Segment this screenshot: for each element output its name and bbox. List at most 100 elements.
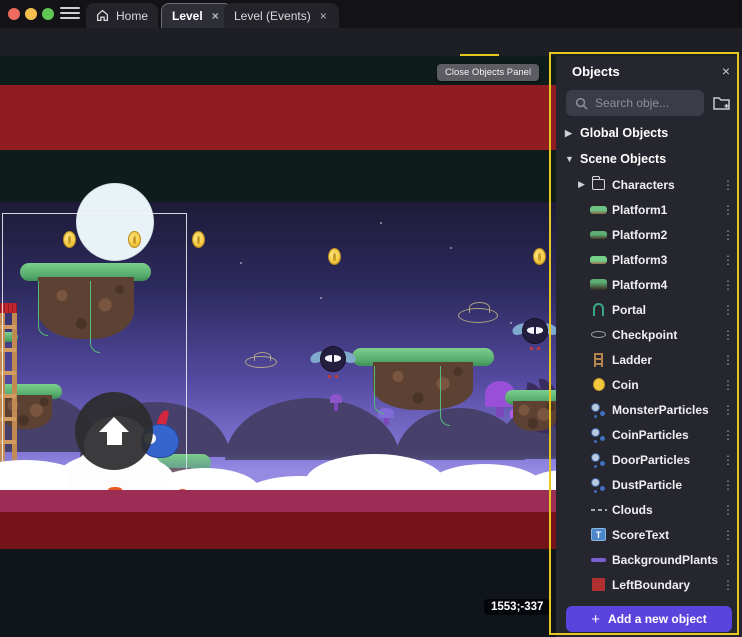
object-row-dustparticle[interactable]: DustParticle⋮ — [556, 472, 742, 497]
tab-level[interactable]: Level × — [161, 3, 232, 28]
add-folder-icon[interactable] — [712, 94, 732, 112]
minimize-window-button[interactable] — [25, 8, 37, 20]
chevron-expanded-icon[interactable]: ▼ — [565, 154, 573, 164]
object-label: Platform4 — [612, 278, 667, 292]
ufo-sketch-shape — [458, 308, 498, 323]
object-label: Portal — [612, 303, 646, 317]
object-row-coin[interactable]: Coin⋮ — [556, 372, 742, 397]
ladder-icon — [590, 352, 607, 368]
portal-icon — [590, 302, 607, 318]
object-label: Platform3 — [612, 253, 667, 267]
coin-object[interactable] — [192, 231, 205, 248]
object-row-ladder[interactable]: Ladder⋮ — [556, 347, 742, 372]
object-label: CoinParticles — [612, 428, 689, 442]
particles-icon — [590, 477, 607, 493]
home-icon — [96, 9, 109, 22]
object-row-scoretext[interactable]: T ScoreText ⋮ — [556, 522, 742, 547]
add-object-label: Add a new object — [608, 612, 707, 626]
monster-object[interactable] — [512, 316, 556, 352]
platform-object[interactable] — [505, 390, 556, 431]
scene-editor-canvas[interactable]: 1553;-337 — [0, 56, 556, 637]
boundary-icon — [590, 577, 607, 593]
chevron-collapsed-icon[interactable]: ▶ — [578, 179, 585, 190]
main-menu-button[interactable] — [60, 7, 80, 21]
coin-object[interactable] — [328, 248, 341, 265]
row-menu-button[interactable]: ⋮ — [722, 328, 732, 342]
jump-button-object[interactable] — [75, 392, 153, 470]
search-input[interactable] — [566, 90, 704, 116]
checkpoint-icon — [590, 327, 607, 343]
object-row-platform4[interactable]: Platform4 ⋮ — [556, 272, 742, 297]
coin-icon — [590, 377, 607, 393]
ufo-sketch-shape — [245, 356, 277, 368]
object-label: MonsterParticles — [612, 403, 709, 417]
row-menu-button[interactable]: ⋮ — [722, 228, 732, 242]
platform-thumbnail-icon — [590, 227, 607, 243]
close-window-button[interactable] — [8, 8, 20, 20]
tab-label: Level — [172, 9, 203, 23]
monster-object[interactable] — [310, 344, 356, 380]
object-row-coinparticles[interactable]: CoinParticles ⋮ — [556, 422, 742, 447]
row-menu-button[interactable]: ⋮ — [722, 303, 732, 317]
row-menu-button[interactable]: ⋮ — [722, 278, 732, 292]
object-label: Checkpoint — [612, 328, 677, 342]
dashes-icon — [590, 502, 607, 518]
close-panel-icon[interactable]: × — [722, 63, 730, 79]
row-menu-button[interactable]: ⋮ — [722, 253, 732, 267]
row-menu-button[interactable]: ⋮ — [722, 203, 732, 217]
top-boundary — [0, 85, 556, 150]
chevron-collapsed-icon[interactable]: ▶ — [565, 128, 573, 139]
tab-label: Home — [116, 9, 148, 23]
platform-object[interactable] — [352, 348, 494, 410]
tab-home[interactable]: Home — [86, 3, 158, 28]
object-row-backgroundplants[interactable]: BackgroundPlants ⋮ — [556, 547, 742, 572]
tab-level-events[interactable]: Level (Events) × — [224, 3, 339, 28]
scene-outside-area — [0, 549, 556, 637]
row-menu-button[interactable]: ⋮ — [722, 378, 732, 392]
search-field[interactable] — [595, 96, 685, 110]
close-tab-icon[interactable]: × — [318, 9, 329, 23]
object-label: Platform2 — [612, 228, 667, 242]
row-menu-button[interactable]: ⋮ — [722, 178, 732, 192]
object-label: LeftBoundary — [612, 578, 690, 592]
object-label: BackgroundPlants — [612, 553, 718, 567]
category-row-global-objects[interactable]: ▶Global Objects — [556, 120, 742, 146]
object-row-monsterparticles[interactable]: MonsterParticles ⋮ — [556, 397, 742, 422]
scene-outside-area — [0, 150, 556, 202]
text-object-icon: T — [590, 527, 607, 543]
maximize-window-button[interactable] — [42, 8, 54, 20]
row-menu-button[interactable]: ⋮ — [722, 578, 732, 592]
object-row-platform1[interactable]: Platform1⋮ — [556, 197, 742, 222]
panel-title: Objects — [572, 64, 620, 79]
row-menu-button[interactable]: ⋮ — [722, 503, 732, 517]
row-menu-button[interactable]: ⋮ — [722, 453, 732, 467]
object-row-platform2[interactable]: Platform2 ⋮ — [556, 222, 742, 247]
row-menu-button[interactable]: ⋮ — [722, 528, 732, 542]
row-menu-button[interactable]: ⋮ — [722, 403, 732, 417]
object-label: Characters — [612, 178, 675, 192]
object-row-checkpoint[interactable]: Checkpoint ⋮ — [556, 322, 742, 347]
row-menu-button[interactable]: ⋮ — [722, 478, 732, 492]
category-label: Scene Objects — [580, 152, 666, 166]
object-row-clouds[interactable]: Clouds ⋮ — [556, 497, 742, 522]
objects-panel: Objects × ▶Global Objects ▼ Scene Objects ▶… — [556, 56, 742, 637]
add-new-object-button[interactable]: + Add a new object — [566, 606, 732, 632]
object-label: ScoreText — [612, 528, 669, 542]
object-row-platform3[interactable]: Platform3 ⋮ — [556, 247, 742, 272]
object-row-portal[interactable]: Portal ⋮ — [556, 297, 742, 322]
object-row-characters[interactable]: ▶ Characters ⋮ — [556, 172, 742, 197]
coin-object[interactable] — [533, 248, 546, 265]
row-menu-button[interactable]: ⋮ — [722, 353, 732, 367]
mushroom-shape — [330, 394, 342, 411]
row-menu-button[interactable]: ⋮ — [722, 553, 732, 567]
row-menu-button[interactable]: ⋮ — [722, 428, 732, 442]
bottom-boundary-dark — [0, 512, 556, 549]
object-row-leftboundary[interactable]: LeftBoundary ⋮ — [556, 572, 742, 597]
objects-panel-header: Objects × — [556, 56, 742, 86]
object-label: Clouds — [612, 503, 653, 517]
category-row-scene-objects[interactable]: ▼ Scene Objects — [556, 146, 742, 172]
platform-thumbnail-icon — [590, 277, 607, 293]
object-row-doorparticles[interactable]: DoorParticles⋮ — [556, 447, 742, 472]
platform-thumbnail-icon — [590, 202, 607, 218]
close-tab-icon[interactable]: × — [210, 9, 221, 23]
